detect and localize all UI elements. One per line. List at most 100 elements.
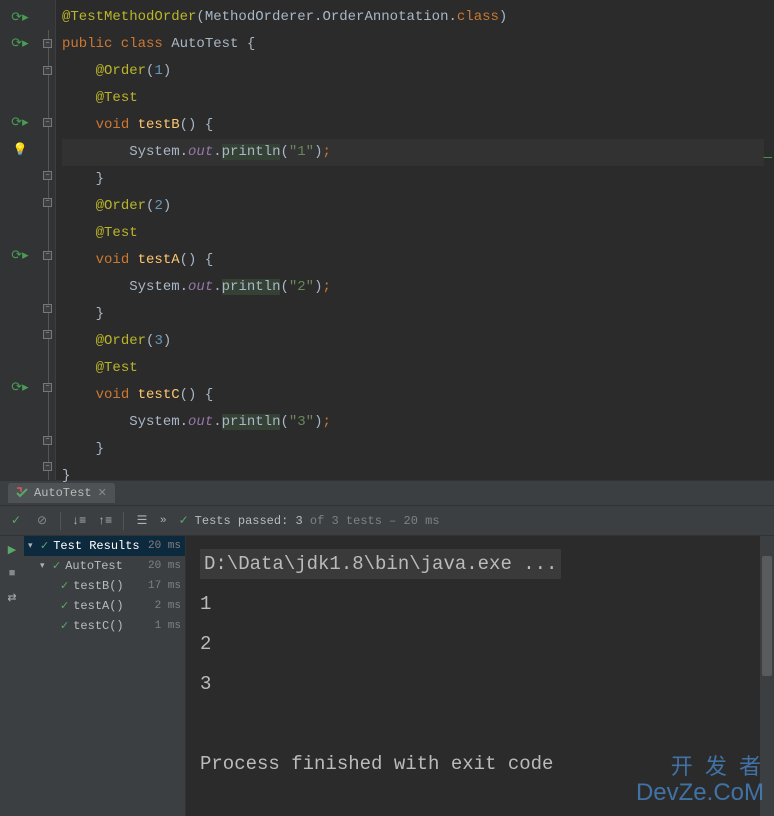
toggle-button[interactable]: ⇄ <box>2 588 22 608</box>
fold-row[interactable]: − <box>40 374 55 400</box>
tree-label: AutoTest <box>65 559 148 573</box>
console-line: 2 <box>200 624 760 664</box>
fold-row[interactable] <box>40 401 55 427</box>
fold-row[interactable] <box>40 216 55 242</box>
tests-passed-prefix: Tests passed: <box>195 514 296 528</box>
fold-row[interactable]: − <box>40 30 55 56</box>
more-icon[interactable]: » <box>160 515 167 527</box>
run-test-icon[interactable]: ⟳▸ <box>11 10 28 25</box>
gutter-row[interactable] <box>0 427 40 453</box>
gutter-row[interactable] <box>0 216 40 242</box>
stop-button[interactable]: ■ <box>2 564 22 584</box>
tree-suite-autotest[interactable]: ▾ ✓ AutoTest 20 ms <box>24 556 185 576</box>
code-line[interactable]: System.out.println("1"); <box>62 139 768 166</box>
check-icon: ✓ <box>40 539 49 553</box>
chevron-down-icon[interactable]: ▾ <box>40 561 52 571</box>
fold-row[interactable]: − <box>40 242 55 268</box>
fold-gutter: −−−−−−−−−−− <box>40 0 56 480</box>
code-line[interactable]: System.out.println("3"); <box>62 409 768 436</box>
code-line[interactable]: @Order(3) <box>62 328 768 355</box>
code-line[interactable]: @Test <box>62 355 768 382</box>
show-passed-button[interactable]: ✓ <box>4 509 28 533</box>
scrollbar[interactable] <box>760 536 774 816</box>
check-icon: ✓ <box>52 559 61 573</box>
gutter: ⟳▸ ⟳▸ ⟳▸ 💡 ⟳▸ ⟳▸ <box>0 0 40 480</box>
tree-root-test-results[interactable]: ▾ ✓ Test Results 20 ms <box>24 536 185 556</box>
intention-bulb-icon[interactable]: 💡 <box>13 142 28 157</box>
code-line[interactable]: @Test <box>62 85 768 112</box>
fold-row[interactable]: − <box>40 189 55 215</box>
gutter-row[interactable]: ⟳▸ <box>0 30 40 56</box>
gutter-row[interactable] <box>0 401 40 427</box>
tree-test-item[interactable]: ✓testC()1 ms <box>24 616 185 636</box>
test-tree[interactable]: ▾ ✓ Test Results 20 ms ▾ ✓ AutoTest 20 m… <box>24 536 186 816</box>
code-content[interactable]: — @TestMethodOrder(MethodOrderer.OrderAn… <box>56 0 774 480</box>
tree-label: Test Results <box>53 539 148 553</box>
expand-all-button[interactable]: ☰ <box>130 509 154 533</box>
code-line[interactable]: public class AutoTest { <box>62 31 768 58</box>
gutter-row[interactable] <box>0 453 40 479</box>
sort-down-button[interactable]: ↓≡ <box>67 509 91 533</box>
fold-row[interactable] <box>40 83 55 109</box>
gutter-row[interactable]: 💡 <box>0 136 40 162</box>
console-line: 3 <box>200 664 760 704</box>
scrollbar-thumb[interactable] <box>762 556 772 676</box>
code-line[interactable]: @Order(2) <box>62 193 768 220</box>
gutter-row[interactable] <box>0 83 40 109</box>
separator <box>60 512 61 530</box>
fold-row[interactable]: − <box>40 110 55 136</box>
code-line[interactable]: @TestMethodOrder(MethodOrderer.OrderAnno… <box>62 4 768 31</box>
fold-row[interactable] <box>40 268 55 294</box>
code-editor[interactable]: ⟳▸⟳▸⟳▸💡⟳▸⟳▸ −−−−−−−−−−− — @TestMethodOrd… <box>0 0 774 480</box>
sort-up-button[interactable]: ↑≡ <box>93 509 117 533</box>
gutter-row[interactable] <box>0 189 40 215</box>
gutter-row[interactable]: ⟳▸ <box>0 242 40 268</box>
code-line[interactable]: } <box>62 166 768 193</box>
results-left-toolbar: ▶ ■ ⇄ <box>0 536 24 816</box>
code-line[interactable]: void testC() { <box>62 382 768 409</box>
fold-row[interactable]: − <box>40 427 55 453</box>
editor-right-margin: — <box>764 0 774 480</box>
console-output[interactable]: D:\Data\jdk1.8\bin\java.exe ... 123Proce… <box>186 536 774 816</box>
results-panel: ▶ ■ ⇄ ▾ ✓ Test Results 20 ms ▾ ✓ AutoTes… <box>0 536 774 816</box>
code-line[interactable]: } <box>62 436 768 463</box>
tree-time: 17 ms <box>148 580 181 592</box>
tests-time: – 20 ms <box>382 514 440 528</box>
run-test-icon[interactable]: ⟳▸ <box>11 36 28 51</box>
code-line[interactable]: void testB() { <box>62 112 768 139</box>
fold-row[interactable] <box>40 348 55 374</box>
code-line[interactable]: System.out.println("2"); <box>62 274 768 301</box>
show-ignored-button[interactable]: ⊘ <box>30 509 54 533</box>
gutter-row[interactable]: ⟳▸ <box>0 374 40 400</box>
run-test-icon[interactable]: ⟳▸ <box>11 115 28 130</box>
gutter-row[interactable]: ⟳▸ <box>0 4 40 30</box>
fold-row[interactable]: − <box>40 57 55 83</box>
gutter-row[interactable] <box>0 321 40 347</box>
gutter-row[interactable] <box>0 295 40 321</box>
fold-row[interactable]: − <box>40 163 55 189</box>
tree-test-item[interactable]: ✓testB()17 ms <box>24 576 185 596</box>
rerun-button[interactable]: ▶ <box>2 540 22 560</box>
code-line[interactable]: } <box>62 301 768 328</box>
junit-icon <box>16 487 28 499</box>
fold-row[interactable]: − <box>40 295 55 321</box>
code-line[interactable]: } <box>62 463 768 490</box>
run-test-icon[interactable]: ⟳▸ <box>11 380 28 395</box>
change-marker-icon: — <box>764 145 772 172</box>
code-line[interactable]: void testA() { <box>62 247 768 274</box>
gutter-row[interactable]: ⟳▸ <box>0 110 40 136</box>
fold-row[interactable] <box>40 136 55 162</box>
chevron-down-icon[interactable]: ▾ <box>28 541 40 551</box>
fold-row[interactable] <box>40 4 55 30</box>
gutter-row[interactable] <box>0 348 40 374</box>
gutter-row[interactable] <box>0 163 40 189</box>
check-icon: ✓ <box>60 579 69 593</box>
run-test-icon[interactable]: ⟳▸ <box>11 248 28 263</box>
fold-row[interactable]: − <box>40 453 55 479</box>
gutter-row[interactable] <box>0 57 40 83</box>
code-line[interactable]: @Test <box>62 220 768 247</box>
gutter-row[interactable] <box>0 268 40 294</box>
fold-row[interactable]: − <box>40 321 55 347</box>
code-line[interactable]: @Order(1) <box>62 58 768 85</box>
tree-test-item[interactable]: ✓testA()2 ms <box>24 596 185 616</box>
